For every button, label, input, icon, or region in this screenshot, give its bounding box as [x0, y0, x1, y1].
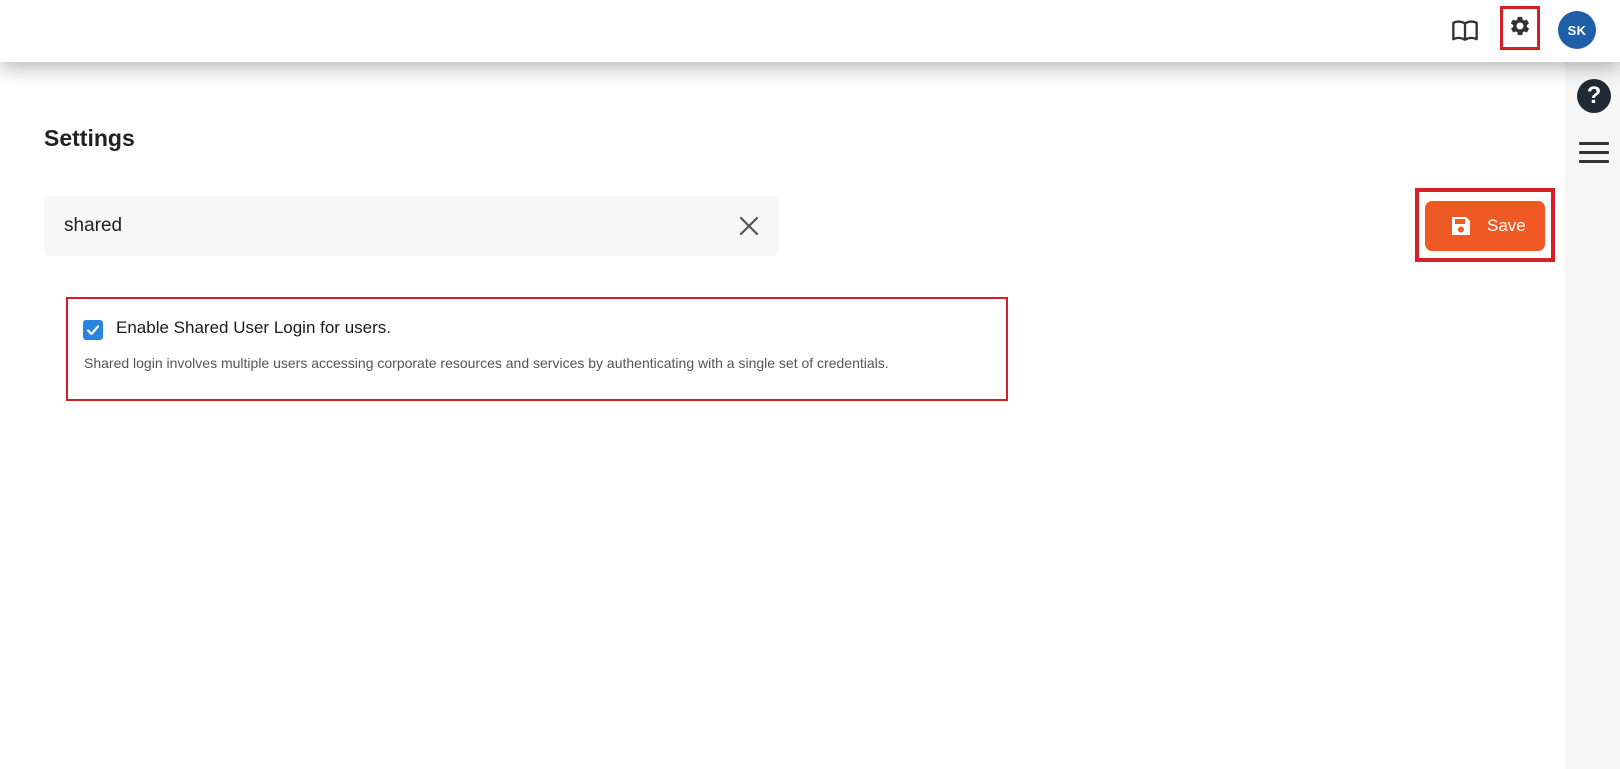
- search-input[interactable]: [64, 210, 704, 242]
- top-bar: SK: [0, 0, 1620, 62]
- checkmark-icon: [86, 325, 100, 336]
- book-open-icon[interactable]: [1451, 17, 1479, 45]
- help-icon[interactable]: ?: [1577, 79, 1611, 113]
- search-box: [44, 196, 779, 256]
- setting-item: Enable Shared User Login for users. Shar…: [66, 297, 1008, 401]
- gear-icon: [1509, 15, 1531, 42]
- hamburger-menu-icon[interactable]: [1579, 142, 1609, 164]
- setting-label[interactable]: Enable Shared User Login for users.: [116, 318, 391, 338]
- right-rail: ?: [1565, 62, 1620, 769]
- setting-description: Shared login involves multiple users acc…: [84, 355, 889, 371]
- avatar[interactable]: SK: [1558, 11, 1596, 49]
- page-title: Settings: [44, 125, 135, 151]
- floppy-disk-icon: [1448, 213, 1474, 239]
- shared-login-checkbox[interactable]: [83, 320, 103, 340]
- save-label: Save: [1487, 216, 1526, 235]
- close-icon[interactable]: [734, 211, 764, 241]
- settings-button[interactable]: [1500, 6, 1540, 50]
- save-button[interactable]: Save: [1425, 201, 1545, 251]
